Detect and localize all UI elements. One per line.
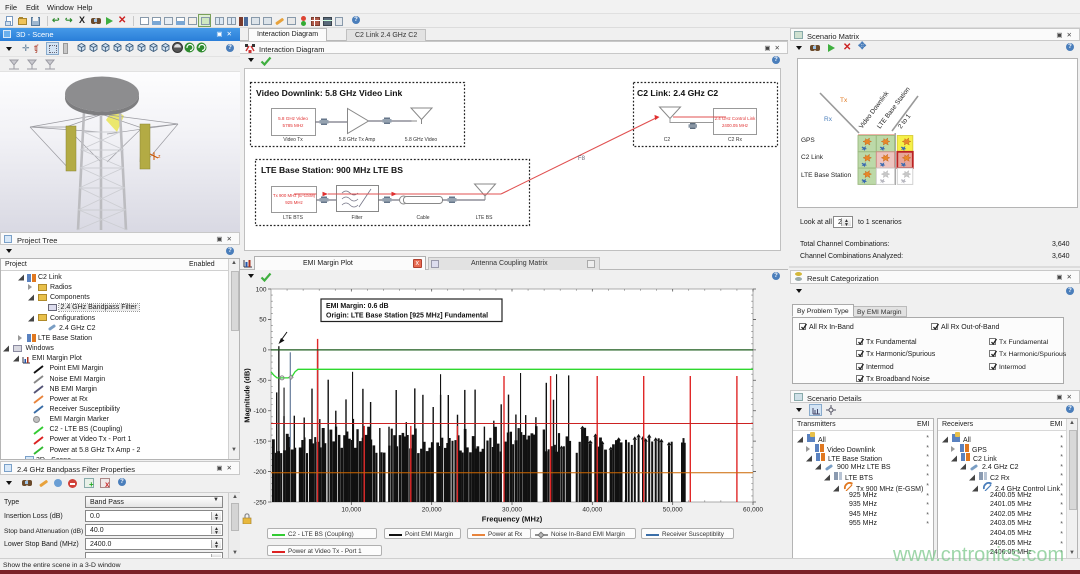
svg-text:Filter: Filter: [351, 215, 362, 221]
svg-text:2 to 1: 2 to 1: [897, 113, 913, 131]
svg-text:Video Downlink: 5.8 GHz Video: Video Downlink: 5.8 GHz Video Link: [256, 88, 402, 98]
svg-text:Tx: Tx: [840, 97, 848, 104]
svg-text:F8: F8: [578, 156, 586, 162]
svg-text:C2 Link: C2 Link: [801, 154, 824, 161]
svg-text:5.8 GHz Video: 5.8 GHz Video: [278, 116, 308, 121]
svg-text:0: 0: [263, 347, 267, 354]
svg-text:30,000: 30,000: [502, 507, 522, 514]
svg-text:50,000: 50,000: [663, 507, 683, 514]
svg-text:20,000: 20,000: [422, 507, 442, 514]
svg-text:C2 Rx: C2 Rx: [728, 137, 742, 143]
svg-text:-250: -250: [253, 499, 266, 506]
svg-text:5.8 GHz Tx Amp: 5.8 GHz Tx Amp: [339, 137, 376, 143]
svg-text:Magnitude (dB): Magnitude (dB): [243, 368, 252, 423]
svg-text:LTE BS: LTE BS: [476, 215, 494, 221]
svg-text:60,000: 60,000: [743, 507, 763, 514]
svg-text:C2: C2: [664, 137, 671, 143]
svg-text:-150: -150: [253, 438, 266, 445]
svg-text:C2 Link: 2.4 GHz C2: C2 Link: 2.4 GHz C2: [637, 88, 718, 98]
svg-text:40,000: 40,000: [582, 507, 602, 514]
svg-text:Rx: Rx: [824, 116, 833, 123]
svg-text:Origin: LTE Base Station [925: Origin: LTE Base Station [925 MHz] Funda…: [326, 313, 488, 320]
svg-text:5.8 GHz Video: 5.8 GHz Video: [405, 137, 438, 143]
svg-text:EMI Margin: 0.6 dB: EMI Margin: 0.6 dB: [326, 303, 389, 310]
svg-text:100: 100: [256, 286, 267, 293]
svg-text:-200: -200: [253, 469, 266, 476]
svg-text:GPS: GPS: [801, 137, 815, 144]
svg-text:Cable: Cable: [416, 215, 429, 221]
svg-text:LTE Base Station: 900 MHz LTE: LTE Base Station: 900 MHz LTE BS: [261, 165, 403, 175]
svg-text:-50: -50: [257, 378, 267, 385]
svg-text:Frequency (MHz): Frequency (MHz): [482, 515, 543, 524]
svg-text:925 MHz: 925 MHz: [285, 200, 303, 205]
svg-text:5785 MHz: 5785 MHz: [283, 123, 305, 128]
svg-text:LTE Base Station: LTE Base Station: [801, 172, 851, 179]
svg-text:10,000: 10,000: [341, 507, 361, 514]
svg-text:50: 50: [259, 317, 267, 324]
svg-text:Video Tx: Video Tx: [283, 137, 303, 143]
svg-text:-100: -100: [253, 408, 266, 415]
svg-text:LTE BTS: LTE BTS: [283, 215, 304, 221]
svg-text:z: z: [158, 154, 161, 160]
svg-text:2400.05 MHz: 2400.05 MHz: [722, 123, 748, 128]
